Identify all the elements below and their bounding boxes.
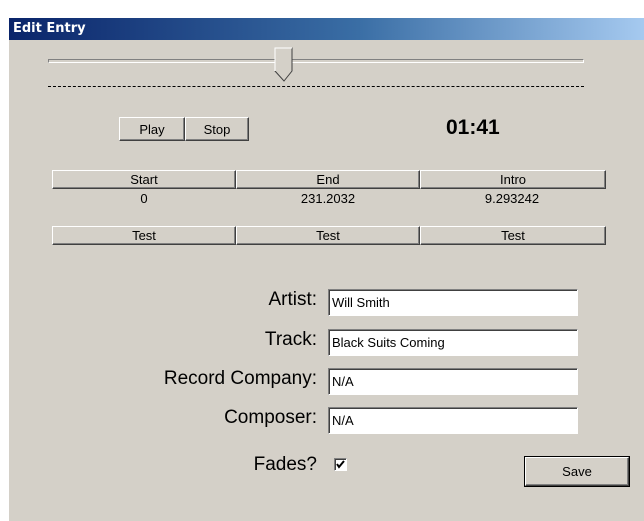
end-header-button[interactable]: End (236, 170, 420, 189)
window-title: Edit Entry (13, 21, 86, 36)
intro-header-button[interactable]: Intro (420, 170, 606, 189)
track-label: Track: (264, 329, 317, 350)
start-header-button[interactable]: Start (52, 170, 236, 189)
artist-field[interactable]: Will Smith (328, 289, 578, 316)
start-value: 0 (140, 191, 148, 206)
record-company-field[interactable]: N/A (328, 368, 578, 395)
marker-line (48, 86, 584, 87)
position-slider-track[interactable] (48, 59, 584, 63)
record-company-label: Record Company: (163, 368, 317, 389)
test-end-button[interactable]: Test (236, 226, 420, 245)
artist-label: Artist: (268, 289, 317, 310)
intro-value: 9.293242 (484, 191, 540, 206)
composer-label: Composer: (224, 407, 317, 428)
fades-label: Fades? (253, 454, 317, 475)
composer-field[interactable]: N/A (328, 407, 578, 434)
track-field[interactable]: Black Suits Coming (328, 329, 578, 356)
test-intro-button[interactable]: Test (420, 226, 606, 245)
fades-checkbox[interactable] (334, 458, 347, 471)
play-button[interactable]: Play (119, 117, 185, 141)
checkmark-icon (336, 460, 345, 469)
position-slider-thumb[interactable] (274, 47, 294, 83)
save-button[interactable]: Save (524, 456, 630, 487)
test-start-button[interactable]: Test (52, 226, 236, 245)
elapsed-time: 01:41 (446, 116, 500, 139)
edit-entry-window: Edit Entry (8, 17, 644, 521)
title-bar: Edit Entry (9, 18, 644, 40)
stop-button[interactable]: Stop (185, 117, 249, 141)
end-value: 231.2032 (300, 191, 356, 206)
